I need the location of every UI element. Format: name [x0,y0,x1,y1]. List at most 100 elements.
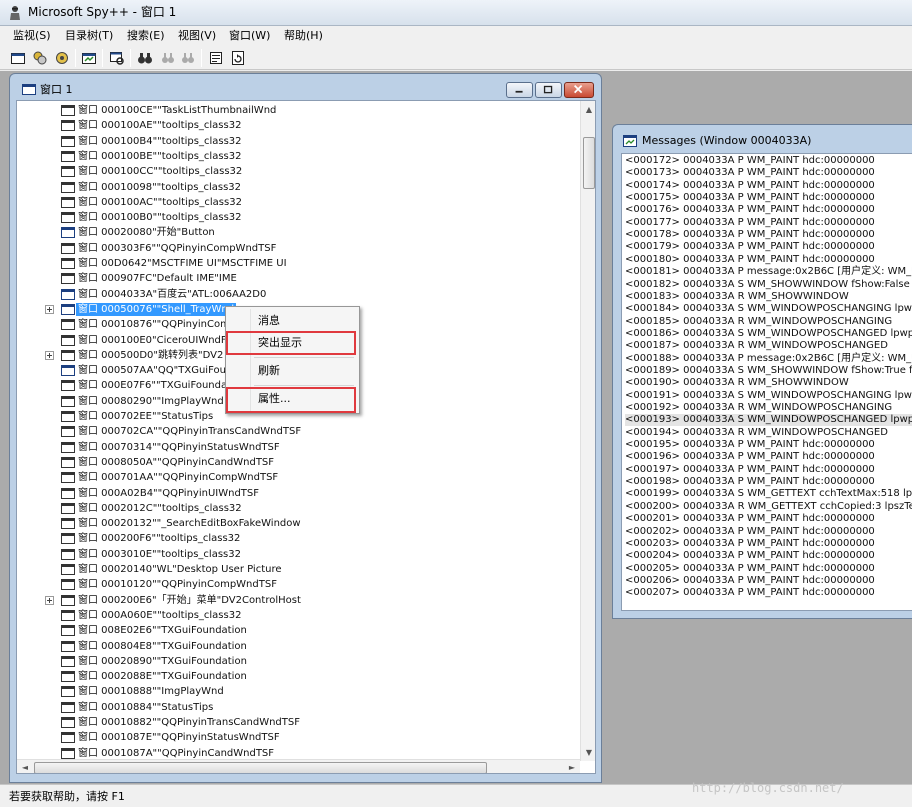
scroll-left-arrow-icon[interactable]: ◄ [17,760,33,773]
tree-row[interactable]: 窗口 000303F6""QQPinyinCompWndTSF [17,241,557,256]
tree-row[interactable]: 窗口 0008050A""QQPinyinCandWndTSF [17,455,557,470]
scroll-right-arrow-icon[interactable]: ► [564,760,580,773]
find-window-icon[interactable] [109,50,125,66]
tree-row[interactable]: 窗口 000A060E""tooltips_class32 [17,608,557,623]
message-line[interactable]: <000190> 0004033A R WM_SHOWWINDOW [625,377,849,389]
message-line[interactable]: <000174> 0004033A P WM_PAINT hdc:0000000… [625,180,875,192]
message-line[interactable]: <000178> 0004033A P WM_PAINT hdc:0000000… [625,229,875,241]
message-line[interactable]: <000206> 0004033A P WM_PAINT hdc:0000000… [625,575,875,587]
menu-window[interactable]: 窗口(W) [229,29,270,43]
tree-row[interactable]: 窗口 00020140"WL"Desktop User Picture [17,562,557,577]
scroll-thumb[interactable] [34,762,487,773]
tree-row[interactable]: 窗口 000100AC""tooltips_class32 [17,195,557,210]
message-line[interactable]: <000177> 0004033A P WM_PAINT hdc:0000000… [625,217,875,229]
message-line[interactable]: <000180> 0004033A P WM_PAINT hdc:0000000… [625,254,875,266]
log-messages-icon[interactable] [81,50,97,66]
menu-search[interactable]: 搜索(E) [127,29,165,43]
tree-row[interactable]: 窗口 00010120""QQPinyinCompWndTSF [17,577,557,592]
message-line[interactable]: <000191> 0004033A S WM_WINDOWPOSCHANGING… [625,390,912,402]
tree-row[interactable]: 窗口 000100B4""tooltips_class32 [17,134,557,149]
tree-row[interactable]: 窗口 000100CE""TaskListThumbnailWnd [17,103,557,118]
message-line[interactable]: <000179> 0004033A P WM_PAINT hdc:0000000… [625,241,875,253]
message-line[interactable]: <000203> 0004033A P WM_PAINT hdc:0000000… [625,538,875,550]
horizontal-scrollbar[interactable]: ◄ ► [17,759,580,773]
message-line[interactable]: <000192> 0004033A R WM_WINDOWPOSCHANGING [625,402,892,414]
tree-row[interactable]: 窗口 000100BE""tooltips_class32 [17,149,557,164]
tree-row[interactable]: 窗口 000200E6"「开始」菜单"DV2ControlHost [17,593,557,608]
maximize-button[interactable] [535,82,562,98]
scroll-down-arrow-icon[interactable]: ▼ [581,744,595,761]
refresh-icon[interactable] [230,50,246,66]
message-line[interactable]: <000204> 0004033A P WM_PAINT hdc:0000000… [625,550,875,562]
ctx-item-messages[interactable]: 消息 [227,310,358,332]
threads-view-icon[interactable] [54,50,70,66]
message-line[interactable]: <000202> 0004033A P WM_PAINT hdc:0000000… [625,526,875,538]
tree-row[interactable]: 窗口 000100AE""tooltips_class32 [17,118,557,133]
message-line[interactable]: <000188> 0004033A P message:0x2B6C [用户定义… [625,353,912,365]
message-line[interactable]: <000201> 0004033A P WM_PAINT hdc:0000000… [625,513,875,525]
message-line[interactable]: <000183> 0004033A R WM_SHOWWINDOW [625,291,849,303]
tree-row[interactable]: 窗口 00070314""QQPinyinStatusWndTSF [17,440,557,455]
message-line[interactable]: <000176> 0004033A P WM_PAINT hdc:0000000… [625,204,875,216]
tree-row[interactable]: 窗口 0002088E""TXGuiFoundation [17,669,557,684]
message-line[interactable]: <000181> 0004033A P message:0x2B6C [用户定义… [625,266,912,278]
scroll-thumb[interactable] [583,137,595,189]
tree-row[interactable]: 窗口 000200F6""tooltips_class32 [17,531,557,546]
find-next-icon[interactable] [160,50,176,66]
tree-row[interactable]: 窗口 000100B0""tooltips_class32 [17,210,557,225]
message-line[interactable]: <000189> 0004033A S WM_SHOWWINDOW fShow:… [625,365,912,377]
message-line[interactable]: <000173> 0004033A P WM_PAINT hdc:0000000… [625,167,875,179]
menu-monitor[interactable]: 监视(S) [13,29,51,43]
binoculars-icon[interactable] [137,50,153,66]
message-line[interactable]: <000198> 0004033A P WM_PAINT hdc:0000000… [625,476,875,488]
properties-icon[interactable] [208,50,224,66]
close-button[interactable] [564,82,594,98]
tree-row[interactable]: 窗口 000A02B4""QQPinyinUIWndTSF [17,486,557,501]
message-line[interactable]: <000182> 0004033A S WM_SHOWWINDOW fShow:… [625,279,912,291]
message-line[interactable]: <000205> 0004033A P WM_PAINT hdc:0000000… [625,563,875,575]
tree-row[interactable]: 窗口 000702CA""QQPinyinTransCandWndTSF [17,424,557,439]
ctx-item-refresh[interactable]: 刷新 [227,360,358,382]
tree-row[interactable]: 窗口 00D0642"MSCTFIME UI"MSCTFIME UI [17,256,557,271]
tree-row[interactable]: 窗口 00020890""TXGuiFoundation [17,654,557,669]
menu-tree[interactable]: 目录树(T) [65,29,113,43]
minimize-button[interactable] [506,82,533,98]
tree-row[interactable]: 窗口 000701AA""QQPinyinCompWndTSF [17,470,557,485]
message-line[interactable]: <000186> 0004033A S WM_WINDOWPOSCHANGED … [625,328,912,340]
window-tree-view[interactable]: 窗口 000100CE""TaskListThumbnailWnd 窗口 0001… [16,100,596,774]
expand-plus-icon[interactable] [45,595,54,605]
tree-row[interactable]: 窗口 0004033A"百度云"ATL:006AA2D0 [17,287,557,302]
tree-row[interactable]: 窗口 0003010E""tooltips_class32 [17,547,557,562]
tree-row[interactable]: 窗口 008E02E6""TXGuiFoundation [17,623,557,638]
tree-row[interactable]: 窗口 00010882""QQPinyinTransCandWndTSF [17,715,557,730]
title-bar[interactable]: Microsoft Spy++ - 窗口 1 [0,0,912,26]
tree-row[interactable]: 窗口 0002012C""tooltips_class32 [17,501,557,516]
message-line[interactable]: <000197> 0004033A P WM_PAINT hdc:0000000… [625,464,875,476]
tree-row[interactable]: 窗口 00020080"开始"Button [17,225,557,240]
vertical-scrollbar[interactable]: ▲ ▼ [580,101,595,761]
tree-row[interactable]: 窗口 00010098""tooltips_class32 [17,180,557,195]
tree-row[interactable]: 窗口 0001087E""QQPinyinStatusWndTSF [17,730,557,745]
message-line[interactable]: <000172> 0004033A P WM_PAINT hdc:0000000… [625,155,875,167]
tree-row[interactable]: 窗口 000907FC"Default IME"IME [17,271,557,286]
message-line[interactable]: <000185> 0004033A R WM_WINDOWPOSCHANGING [625,316,892,328]
message-line[interactable]: <000195> 0004033A P WM_PAINT hdc:0000000… [625,439,875,451]
menu-help[interactable]: 帮助(H) [284,29,323,43]
scroll-up-arrow-icon[interactable]: ▲ [581,101,595,118]
tree-row[interactable]: 窗口 000804E8""TXGuiFoundation [17,639,557,654]
message-line[interactable]: <000200> 0004033A R WM_GETTEXT cchCopied… [625,501,912,513]
find-prev-icon[interactable] [180,50,196,66]
message-line[interactable]: <000196> 0004033A P WM_PAINT hdc:0000000… [625,451,875,463]
message-line[interactable]: <000175> 0004033A P WM_PAINT hdc:0000000… [625,192,875,204]
message-line[interactable]: <000207> 0004033A P WM_PAINT hdc:0000000… [625,587,875,599]
processes-view-icon[interactable] [32,50,48,66]
expand-plus-icon[interactable] [45,304,54,314]
message-log-list[interactable]: <000172> 0004033A P WM_PAINT hdc:0000000… [621,153,912,611]
windows-view-icon[interactable] [10,50,26,66]
message-line[interactable]: <000193> 0004033A S WM_WINDOWPOSCHANGED … [625,414,912,427]
message-line[interactable]: <000199> 0004033A S WM_GETTEXT cchTextMa… [625,488,912,500]
tree-row[interactable]: 窗口 00020132""_SearchEditBoxFakeWindow [17,516,557,531]
expand-plus-icon[interactable] [45,350,54,360]
message-line[interactable]: <000184> 0004033A S WM_WINDOWPOSCHANGING… [625,303,912,315]
menu-view[interactable]: 视图(V) [178,29,216,43]
